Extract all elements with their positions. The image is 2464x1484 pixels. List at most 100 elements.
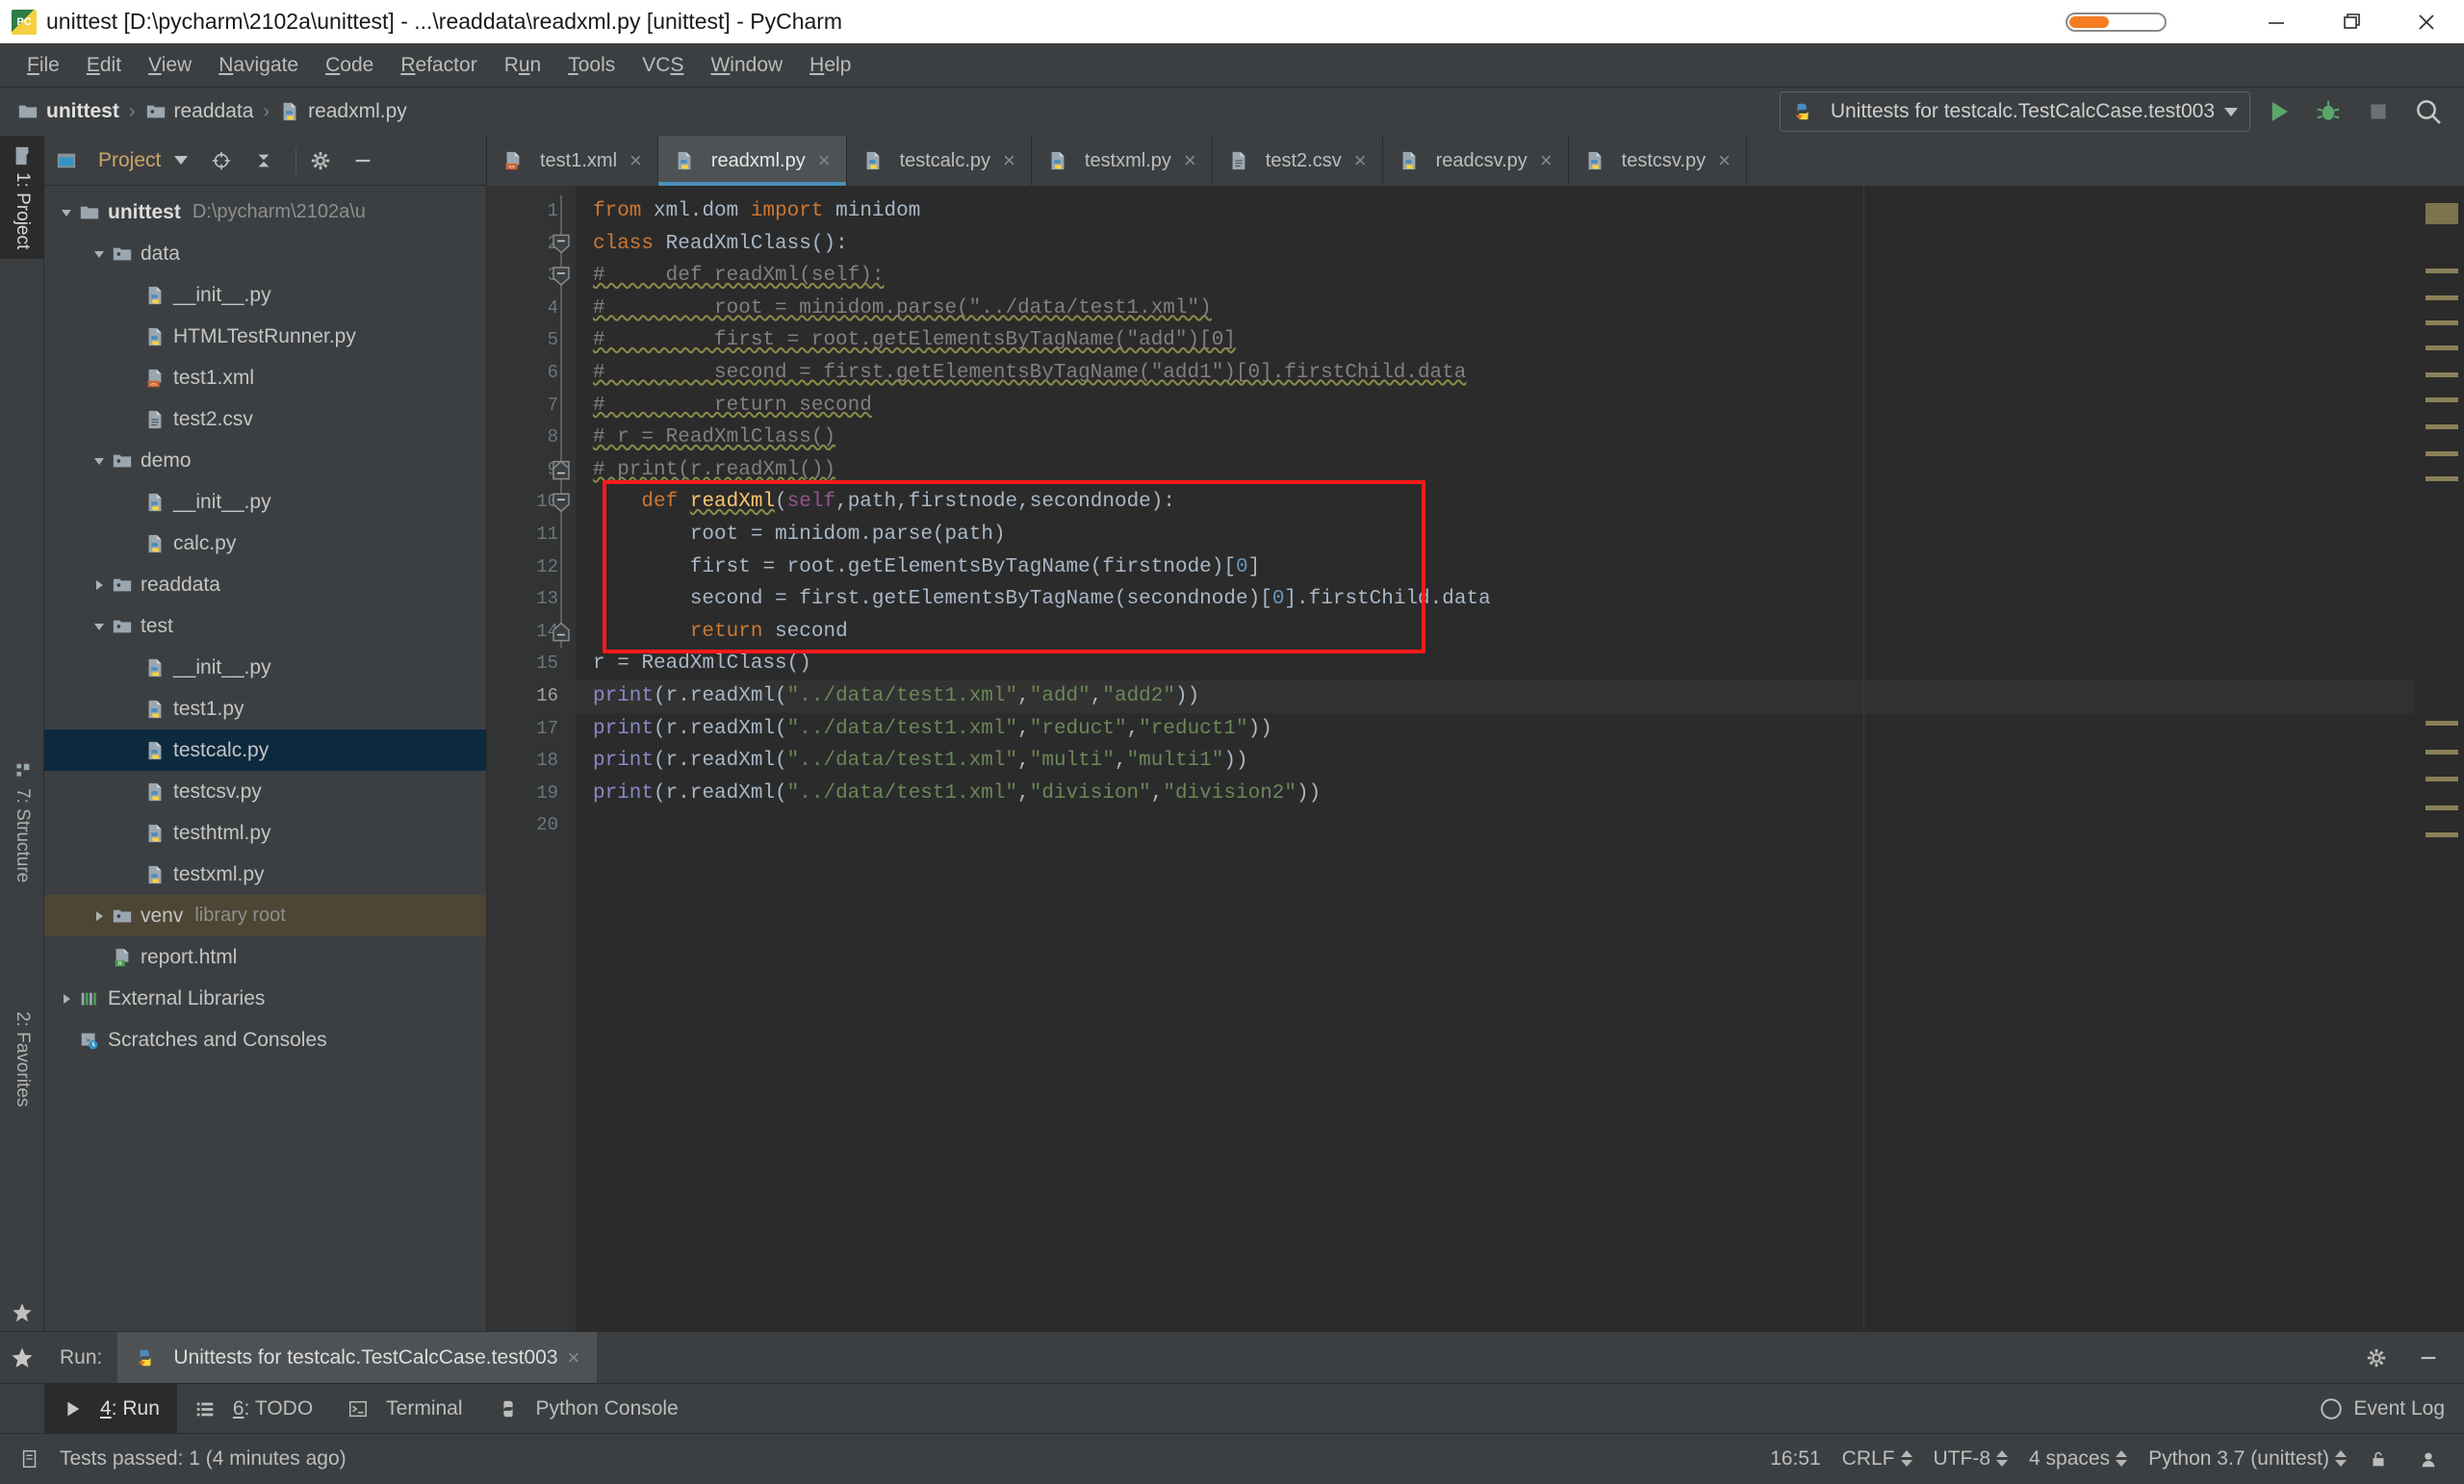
chevron-right-icon[interactable] (54, 991, 79, 1007)
close-icon[interactable]: × (818, 148, 831, 173)
close-icon[interactable]: × (568, 1345, 580, 1370)
tree-node[interactable]: calc.py (44, 523, 486, 564)
tree-node[interactable]: demo (44, 440, 486, 481)
menu-item-refactor[interactable]: Refactor (387, 50, 490, 81)
error-stripe-mark[interactable] (2426, 777, 2458, 781)
close-icon[interactable]: × (1003, 148, 1015, 173)
code-line[interactable] (576, 809, 2414, 842)
run-session-tab[interactable]: Unittests for testcalc.TestCalcCase.test… (117, 1332, 598, 1383)
chevron-right-icon[interactable] (87, 577, 112, 593)
sidebar-item-favorites[interactable]: 2: Favorites (0, 1002, 44, 1116)
tree-node[interactable]: > Scratches and Consoles (44, 1019, 486, 1061)
code-line[interactable]: first = root.getElementsByTagName(firstn… (576, 551, 2414, 584)
code-area[interactable]: from xml.dom import minidom class ReadXml… (576, 186, 2414, 1331)
error-stripe-mark[interactable] (2426, 320, 2458, 325)
error-stripe-mark[interactable] (2426, 806, 2458, 810)
bottom-tab-6--todo[interactable]: 6: TODO (177, 1384, 330, 1433)
menu-item-view[interactable]: View (135, 50, 205, 81)
code-line[interactable]: second = first.getElementsByTagName(seco… (576, 583, 2414, 616)
code-line[interactable]: print(r.readXml("../data/test1.xml","add… (576, 679, 2414, 713)
line-separator-selector[interactable]: CRLF (1842, 1447, 1912, 1471)
editor-tab-readxml-py[interactable]: readxml.py × (657, 136, 847, 186)
tree-node[interactable]: HTMLTestRunner.py (44, 316, 486, 357)
tree-node[interactable]: test1.py (44, 688, 486, 729)
chevron-down-icon[interactable] (174, 156, 189, 165)
editor-tab-testcsv-py[interactable]: testcsv.py × (1568, 136, 1747, 186)
error-stripe-mark[interactable] (2426, 345, 2458, 350)
code-line[interactable]: from xml.dom import minidom (576, 195, 2414, 228)
close-icon[interactable]: × (629, 148, 642, 173)
target-icon[interactable] (211, 150, 232, 171)
maximize-icon[interactable] (2314, 0, 2389, 43)
minimize-icon[interactable] (2239, 0, 2314, 43)
tree-node[interactable]: <> test1.xml (44, 357, 486, 398)
code-line[interactable]: # r = ReadXmlClass() (576, 422, 2414, 454)
encoding-selector[interactable]: UTF-8 (1934, 1447, 2008, 1471)
error-stripe-mark[interactable] (2426, 750, 2458, 755)
tree-node[interactable]: testxml.py (44, 854, 486, 895)
editor-tab-testxml-py[interactable]: testxml.py × (1031, 136, 1213, 186)
tree-node[interactable]: __init__.py (44, 647, 486, 688)
project-tree[interactable]: unittest D:\pycharm\2102a\u data __init__.p… (44, 186, 486, 1331)
error-stripe-summary[interactable] (2426, 203, 2458, 224)
editor-tab-test2-csv[interactable]: test2.csv × (1212, 136, 1383, 186)
error-stripe-mark[interactable] (2426, 721, 2458, 726)
error-stripe-mark[interactable] (2426, 451, 2458, 456)
editor-gutter[interactable]: 1234567891011121314151617181920 (487, 186, 576, 1331)
code-line[interactable]: # second = first.getElementsByTagName("a… (576, 357, 2414, 390)
menu-item-run[interactable]: Run (491, 50, 555, 81)
code-line[interactable]: root = minidom.parse(path) (576, 519, 2414, 551)
editor-tab-test1-xml[interactable]: <> test1.xml × (487, 136, 658, 186)
sidebar-item-structure[interactable]: 7: Structure (0, 752, 44, 892)
code-line[interactable]: r = ReadXmlClass() (576, 648, 2414, 680)
code-line[interactable]: print(r.readXml("../data/test1.xml","mul… (576, 745, 2414, 778)
editor-tab-readcsv-py[interactable]: readcsv.py × (1382, 136, 1569, 186)
sidebar-item-project[interactable]: 1: Project (0, 136, 44, 260)
code-line[interactable]: print(r.readXml("../data/test1.xml","div… (576, 778, 2414, 810)
gear-icon[interactable] (310, 150, 331, 171)
menu-item-navigate[interactable]: Navigate (205, 50, 312, 81)
fold-markers[interactable] (547, 195, 576, 875)
menu-item-window[interactable]: Window (697, 50, 796, 81)
code-line[interactable]: # return second (576, 390, 2414, 422)
editor-error-stripe[interactable] (2414, 186, 2464, 1331)
tree-node[interactable]: External Libraries (44, 978, 486, 1019)
inspector-icon[interactable] (2418, 1448, 2439, 1470)
tree-node[interactable]: test2.csv (44, 398, 486, 440)
tree-node[interactable]: testcsv.py (44, 771, 486, 812)
error-stripe-mark[interactable] (2426, 269, 2458, 273)
breadcrumb-item-unittest[interactable]: unittest (17, 100, 119, 123)
event-log-button[interactable]: Event Log (2319, 1396, 2445, 1421)
chevron-down-icon[interactable] (2224, 107, 2238, 116)
menu-item-edit[interactable]: Edit (73, 50, 135, 81)
error-stripe-mark[interactable] (2426, 295, 2458, 300)
chevron-down-icon[interactable] (87, 246, 112, 262)
search-icon[interactable] (2406, 91, 2451, 132)
chevron-down-icon[interactable] (87, 619, 112, 634)
breadcrumb-item-readxml-py[interactable]: readxml.py (279, 100, 407, 123)
tree-node[interactable]: readdata (44, 564, 486, 605)
tree-node[interactable]: data (44, 233, 486, 274)
bottom-tab-terminal[interactable]: Terminal (330, 1384, 479, 1433)
code-line[interactable]: # first = root.getElementsByTagName("add… (576, 324, 2414, 357)
code-line[interactable]: class ReadXmlClass(): (576, 228, 2414, 261)
close-icon[interactable]: × (1718, 148, 1731, 173)
tree-node[interactable]: test (44, 605, 486, 647)
tree-node[interactable]: testhtml.py (44, 812, 486, 854)
tree-node[interactable]: __init__.py (44, 481, 486, 523)
debug-icon[interactable] (2306, 91, 2350, 132)
chevron-right-icon[interactable] (87, 908, 112, 924)
code-line[interactable]: return second (576, 616, 2414, 649)
menu-item-code[interactable]: Code (312, 50, 387, 81)
unlock-icon[interactable] (2368, 1448, 2389, 1470)
tree-node[interactable]: __init__.py (44, 274, 486, 316)
tree-node[interactable]: venv library root (44, 895, 486, 936)
code-line[interactable]: def readXml(self,path,firstnode,secondno… (576, 486, 2414, 519)
tree-node[interactable]: testcalc.py (44, 729, 486, 771)
indent-selector[interactable]: 4 spaces (2029, 1447, 2128, 1471)
run-icon[interactable] (2256, 91, 2300, 132)
minimize-icon[interactable] (352, 150, 373, 171)
collapse-all-icon[interactable] (253, 150, 274, 171)
close-icon[interactable]: × (1184, 148, 1196, 173)
star-icon[interactable] (0, 1300, 44, 1325)
